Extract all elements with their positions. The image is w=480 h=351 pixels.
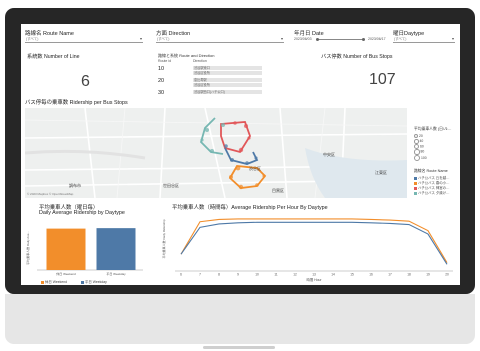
direction-cell: 渋谷駅東口 xyxy=(193,66,262,70)
date-slider-handle-start[interactable] xyxy=(316,37,319,41)
map-title: バス停毎の乗車数 Ridership per Bus Stops xyxy=(25,100,128,106)
line-count-value: 6 xyxy=(81,73,90,90)
size-legend-item: 100 xyxy=(414,155,427,161)
size-legend-item: 20 xyxy=(414,134,423,139)
daily-chart-title-en: Daily Average Ridership by Daytype xyxy=(39,210,125,216)
ridership-map[interactable]: 渋谷区 世田谷区 目黒区 中央区 江東区 調布市 © 2023 Mapbox ©… xyxy=(25,108,407,198)
hourly-x-tick-label: 10 xyxy=(255,273,259,277)
dashboard: 路線名 Route Name (すべて) ▾ 方面 Direction (すべて… xyxy=(21,24,460,285)
route-id: 10 xyxy=(158,66,165,72)
map-place-label: 調布市 xyxy=(69,183,81,188)
route-table-col-direction: Direction xyxy=(193,59,207,63)
map-attribution: © 2023 Mapbox © OpenStreetMap xyxy=(27,192,74,196)
route-id: 30 xyxy=(158,90,165,96)
route-name-filter-value: (すべて) xyxy=(26,37,39,41)
route-legend-title: 路線名 Route Name xyxy=(414,169,448,173)
map-place-label: 中央区 xyxy=(323,152,335,157)
table-row[interactable]: 20 恵比寿駅 渋谷区役所 xyxy=(158,78,262,88)
laptop-mockup: 路線名 Route Name (すべて) ▾ 方面 Direction (すべて… xyxy=(0,0,480,351)
route-line xyxy=(199,117,224,155)
map-place-label: 江東区 xyxy=(375,170,387,175)
route-name-filter-label: 路線名 Route Name xyxy=(25,31,74,37)
hourly-series-line xyxy=(180,218,448,263)
date-from[interactable]: 2023/06/03 xyxy=(294,37,312,41)
daily-chart-ylabel: 平均乗車人数 Daily Ave... xyxy=(25,231,30,265)
hourly-x-tick-label: 14 xyxy=(331,273,335,277)
map-place-label: 世田谷区 xyxy=(163,183,179,188)
hourly-x-tick-label: 16 xyxy=(369,273,373,277)
hourly-x-tick-label: 11 xyxy=(274,273,278,277)
table-row[interactable]: 30 渋谷駅西口(ハチ公口) xyxy=(158,90,262,100)
daytype-filter-value: (すべて) xyxy=(394,37,407,41)
map-place-label: 渋谷区 xyxy=(249,166,261,171)
size-legend-title: 平均乗車人数 (日/ル… xyxy=(414,127,452,131)
hourly-chart[interactable]: 平均乗車人数 Daily Ridership 時間 Hour 6 7 8 9 10 11 1… xyxy=(159,211,457,284)
direction-cell: 渋谷駅西口(ハチ公口) xyxy=(193,90,262,94)
hourly-x-tick-label: 15 xyxy=(350,273,354,277)
chevron-down-icon: ▾ xyxy=(451,36,454,41)
daily-chart[interactable]: 平均乗車人数 Daily Ave... 休日 Weekend 平日 Weekday xyxy=(25,218,145,284)
hourly-chart-title: 平均乗車人数（時間毎）Average Ridership Per Hour By… xyxy=(172,205,328,211)
hourly-chart-svg: 平均乗車人数 Daily Ridership 時間 Hour 6 7 8 9 10 11 1… xyxy=(161,218,453,282)
direction-filter[interactable]: (すべて) ▾ xyxy=(156,36,284,43)
bus-stop-count-value: 107 xyxy=(369,71,396,88)
daily-bar xyxy=(96,228,136,270)
hourly-x-tick-label: 18 xyxy=(407,273,411,277)
hourly-x-tick-label: 12 xyxy=(293,273,297,277)
daily-legend-item[interactable]: 休日 Weekend xyxy=(41,279,67,284)
daily-x-tick-label: 休日 Weekend xyxy=(56,271,76,276)
line-count-label: 系統数 Number of Line xyxy=(27,54,80,60)
hourly-series-line xyxy=(180,221,448,265)
daily-chart-svg: 平均乗車人数 Daily Ave... 休日 Weekend 平日 Weekday xyxy=(25,228,143,276)
map-place-label: 目黒区 xyxy=(272,188,284,193)
date-range-slider[interactable] xyxy=(317,39,363,40)
hourly-x-tick-label: 19 xyxy=(426,273,430,277)
daily-x-tick-label: 平日 Weekday xyxy=(106,272,126,276)
direction-cell: 渋谷区役所 xyxy=(193,83,262,87)
hourly-x-tick-label: 20 xyxy=(445,273,449,277)
bus-stop-count-label: バス停数 Number of Bus Stops xyxy=(321,54,393,60)
direction-cell: 恵比寿駅 xyxy=(193,78,262,82)
hourly-chart-xlabel: 時間 Hour xyxy=(306,277,322,282)
route-table-col-route: Route id xyxy=(158,59,172,63)
hourly-x-tick-label: 17 xyxy=(388,273,392,277)
date-filter-label: 年月日 Date xyxy=(294,31,324,37)
hourly-x-tick-label: 9 xyxy=(237,273,239,277)
daily-bar xyxy=(46,228,86,270)
size-legend-item: 80 xyxy=(414,149,424,155)
hourly-chart-ylabel: 平均乗車人数 Daily Ridership xyxy=(161,219,166,258)
daytype-filter-label: 曜日Daytype xyxy=(393,31,425,37)
route-legend-item[interactable]: ハチ公バス 夕焼け… xyxy=(414,190,449,195)
chevron-down-icon: ▾ xyxy=(139,36,142,41)
hourly-x-tick-label: 6 xyxy=(180,273,182,277)
date-to[interactable]: 2023/06/17 xyxy=(368,37,386,41)
daily-legend-item[interactable]: 平日 Weekday xyxy=(81,279,107,284)
route-name-filter[interactable]: (すべて) ▾ xyxy=(25,36,143,43)
route-lines xyxy=(199,117,267,190)
direction-filter-label: 方面 Direction xyxy=(156,31,191,37)
daytype-filter[interactable]: (すべて) ▾ xyxy=(393,36,455,43)
laptop-base xyxy=(5,294,475,344)
hourly-x-tick-label: 13 xyxy=(312,273,316,277)
route-id: 20 xyxy=(158,78,165,84)
table-row[interactable]: 10 渋谷駅東口 渋谷区役所 xyxy=(158,66,262,76)
date-slider-handle-end[interactable] xyxy=(362,37,365,41)
direction-filter-value: (すべて) xyxy=(157,37,170,41)
direction-cell: 渋谷区役所 xyxy=(193,71,262,75)
size-legend-item: 40 xyxy=(414,139,423,144)
hourly-x-tick-label: 7 xyxy=(199,273,201,277)
hourly-x-tick-label: 8 xyxy=(218,273,220,277)
chevron-down-icon: ▾ xyxy=(280,36,283,41)
laptop-notch xyxy=(203,346,275,349)
